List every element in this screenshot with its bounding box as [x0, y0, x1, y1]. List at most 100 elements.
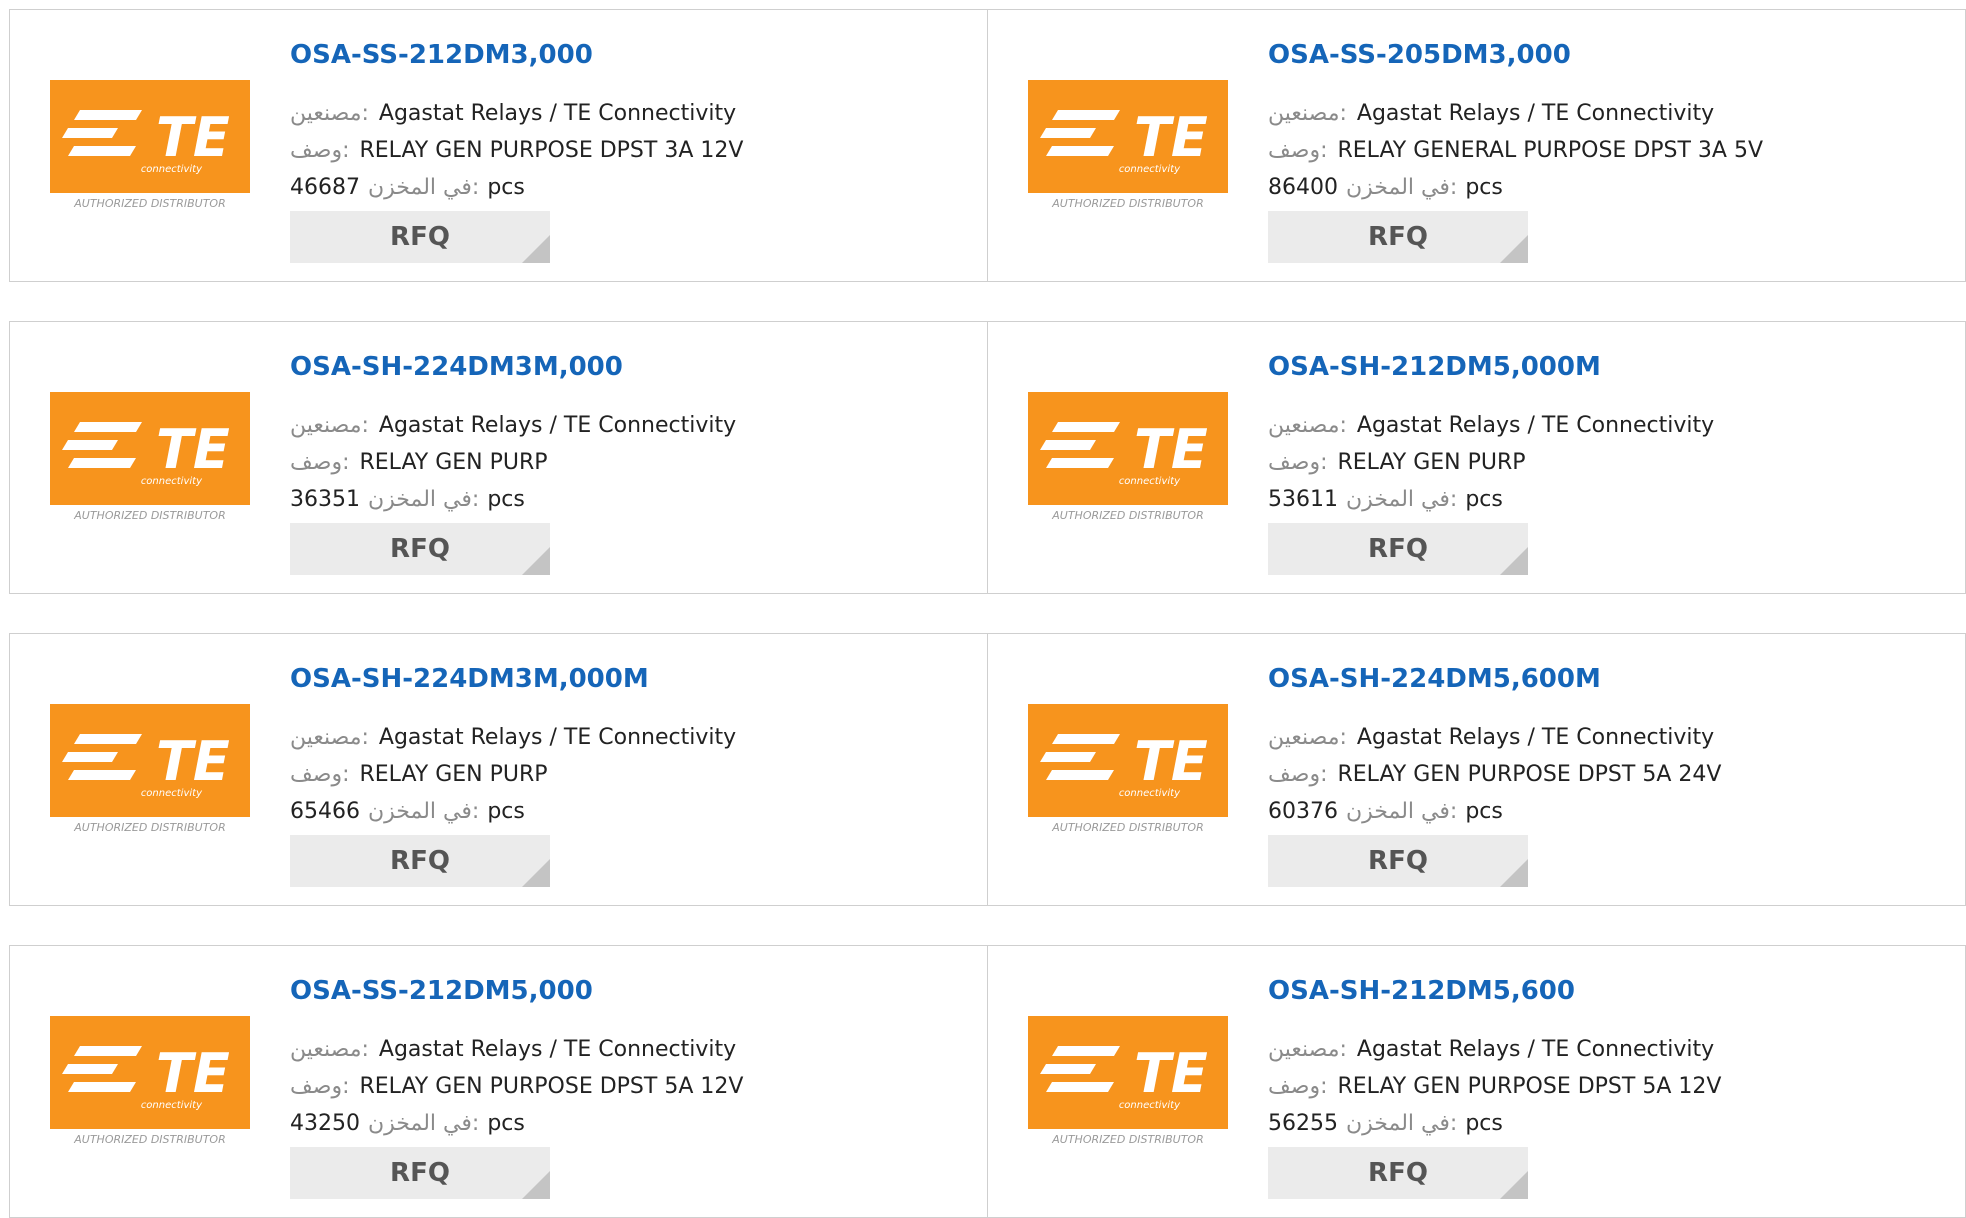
manufacturer-label: مصنعين: [290, 1037, 369, 1062]
description-value: RELAY GEN PURPOSE DPST 5A 12V [359, 1074, 744, 1099]
product-card: TE connectivity AUTHORIZED DISTRIBUTOR O… [9, 945, 988, 1218]
rfq-button[interactable]: RFQ [290, 1147, 550, 1199]
stock-label: في المخزن: [368, 487, 480, 512]
stock-value: 56255 [1268, 1111, 1338, 1136]
manufacturer-value: Agastat Relays / TE Connectivity [1356, 101, 1715, 126]
stock-value: 86400 [1268, 175, 1338, 200]
description-row: وصف: RELAY GENERAL PURPOSE DPST 3A 5V [1268, 136, 1763, 166]
rfq-button[interactable]: RFQ [1268, 523, 1528, 575]
rfq-corner-decoration [522, 235, 550, 263]
product-part-link[interactable]: OSA-SH-224DM5,600M [1268, 664, 1601, 694]
logo-sub-text: connectivity [1119, 1100, 1181, 1111]
logo-sub-text: connectivity [1119, 476, 1181, 487]
logo-badge-text: AUTHORIZED DISTRIBUTOR [73, 821, 226, 834]
manufacturer-row: مصنعين: Agastat Relays / TE Connectivity [290, 411, 736, 441]
manufacturer-value: Agastat Relays / TE Connectivity [378, 413, 737, 438]
logo-sub-text: connectivity [141, 1100, 203, 1111]
manufacturer-row: مصنعين: Agastat Relays / TE Connectivity [290, 723, 736, 753]
stock-label: في المخزن: [1346, 799, 1458, 824]
manufacturer-label: مصنعين: [290, 725, 369, 750]
rfq-label: RFQ [1368, 1158, 1428, 1188]
stock-value: 60376 [1268, 799, 1338, 824]
description-row: وصف: RELAY GEN PURP [1268, 448, 1526, 478]
logo-brand-text: TE [1134, 1042, 1208, 1105]
stock-row: 43250 في المخزن: pcs [290, 1109, 525, 1139]
description-row: وصف: RELAY GEN PURPOSE DPST 5A 12V [290, 1072, 743, 1102]
manufacturer-row: مصنعين: Agastat Relays / TE Connectivity [1268, 723, 1714, 753]
stock-unit: pcs [1465, 799, 1503, 824]
product-part-link[interactable]: OSA-SS-212DM3,000 [290, 40, 593, 70]
product-card: TE connectivity AUTHORIZED DISTRIBUTOR O… [987, 945, 1966, 1218]
stock-unit: pcs [1465, 487, 1503, 512]
stock-label: في المخزن: [368, 1111, 480, 1136]
stock-unit: pcs [487, 1111, 525, 1136]
description-row: وصف: RELAY GEN PURPOSE DPST 3A 12V [290, 136, 743, 166]
stock-label: في المخزن: [1346, 175, 1458, 200]
stock-unit: pcs [1465, 175, 1503, 200]
description-label: وصف: [1268, 450, 1328, 475]
description-value: RELAY GEN PURP [359, 762, 548, 787]
manufacturer-row: مصنعين: Agastat Relays / TE Connectivity [1268, 1035, 1714, 1065]
rfq-label: RFQ [1368, 846, 1428, 876]
rfq-button[interactable]: RFQ [1268, 835, 1528, 887]
rfq-label: RFQ [1368, 222, 1428, 252]
logo-brand-text: TE [156, 1042, 230, 1105]
logo-brand-text: TE [1134, 106, 1208, 169]
product-part-link[interactable]: OSA-SH-212DM5,000M [1268, 352, 1601, 382]
logo-sub-text: connectivity [1119, 788, 1181, 799]
product-part-link[interactable]: OSA-SS-205DM3,000 [1268, 40, 1571, 70]
te-connectivity-logo: TE connectivity AUTHORIZED DISTRIBUTOR [50, 392, 250, 522]
stock-label: في المخزن: [368, 799, 480, 824]
manufacturer-label: مصنعين: [1268, 413, 1347, 438]
stock-value: 43250 [290, 1111, 360, 1136]
manufacturer-value: Agastat Relays / TE Connectivity [378, 101, 737, 126]
stock-value: 53611 [1268, 487, 1338, 512]
product-card: TE connectivity AUTHORIZED DISTRIBUTOR O… [9, 633, 988, 906]
product-part-link[interactable]: OSA-SH-224DM3M,000 [290, 352, 623, 382]
stock-unit: pcs [487, 487, 525, 512]
description-label: وصف: [290, 1074, 350, 1099]
manufacturer-row: مصنعين: Agastat Relays / TE Connectivity [290, 1035, 736, 1065]
manufacturer-value: Agastat Relays / TE Connectivity [378, 1037, 737, 1062]
product-part-link[interactable]: OSA-SH-212DM5,600 [1268, 976, 1575, 1006]
stock-value: 65466 [290, 799, 360, 824]
rfq-button[interactable]: RFQ [1268, 211, 1528, 263]
manufacturer-label: مصنعين: [290, 413, 369, 438]
description-value: RELAY GEN PURP [359, 450, 548, 475]
manufacturer-row: مصنعين: Agastat Relays / TE Connectivity [1268, 411, 1714, 441]
product-card: TE connectivity AUTHORIZED DISTRIBUTOR O… [9, 321, 988, 594]
product-part-link[interactable]: OSA-SS-212DM5,000 [290, 976, 593, 1006]
te-connectivity-logo: TE connectivity AUTHORIZED DISTRIBUTOR [1028, 80, 1228, 210]
logo-sub-text: connectivity [141, 476, 203, 487]
logo-badge-text: AUTHORIZED DISTRIBUTOR [1051, 1133, 1204, 1146]
product-part-link[interactable]: OSA-SH-224DM3M,000M [290, 664, 649, 694]
product-grid: TE connectivity AUTHORIZED DISTRIBUTOR O… [0, 0, 1966, 1218]
description-label: وصف: [290, 762, 350, 787]
rfq-label: RFQ [390, 222, 450, 252]
te-connectivity-logo: TE connectivity AUTHORIZED DISTRIBUTOR [50, 80, 250, 210]
description-row: وصف: RELAY GEN PURPOSE DPST 5A 12V [1268, 1072, 1721, 1102]
product-card: TE connectivity AUTHORIZED DISTRIBUTOR O… [987, 633, 1966, 906]
description-label: وصف: [1268, 1074, 1328, 1099]
rfq-corner-decoration [1500, 859, 1528, 887]
description-label: وصف: [290, 138, 350, 163]
description-row: وصف: RELAY GEN PURPOSE DPST 5A 24V [1268, 760, 1721, 790]
product-card: TE connectivity AUTHORIZED DISTRIBUTOR O… [9, 9, 988, 282]
rfq-button[interactable]: RFQ [1268, 1147, 1528, 1199]
rfq-label: RFQ [390, 534, 450, 564]
rfq-corner-decoration [522, 547, 550, 575]
logo-sub-text: connectivity [141, 164, 203, 175]
rfq-button[interactable]: RFQ [290, 523, 550, 575]
manufacturer-value: Agastat Relays / TE Connectivity [1356, 725, 1715, 750]
rfq-button[interactable]: RFQ [290, 211, 550, 263]
manufacturer-value: Agastat Relays / TE Connectivity [1356, 1037, 1715, 1062]
description-label: وصف: [290, 450, 350, 475]
description-row: وصف: RELAY GEN PURP [290, 760, 548, 790]
product-card: TE connectivity AUTHORIZED DISTRIBUTOR O… [987, 9, 1966, 282]
rfq-button[interactable]: RFQ [290, 835, 550, 887]
rfq-label: RFQ [390, 1158, 450, 1188]
logo-badge-text: AUTHORIZED DISTRIBUTOR [73, 509, 226, 522]
te-connectivity-logo: TE connectivity AUTHORIZED DISTRIBUTOR [1028, 704, 1228, 834]
te-connectivity-logo: TE connectivity AUTHORIZED DISTRIBUTOR [50, 704, 250, 834]
stock-unit: pcs [487, 175, 525, 200]
